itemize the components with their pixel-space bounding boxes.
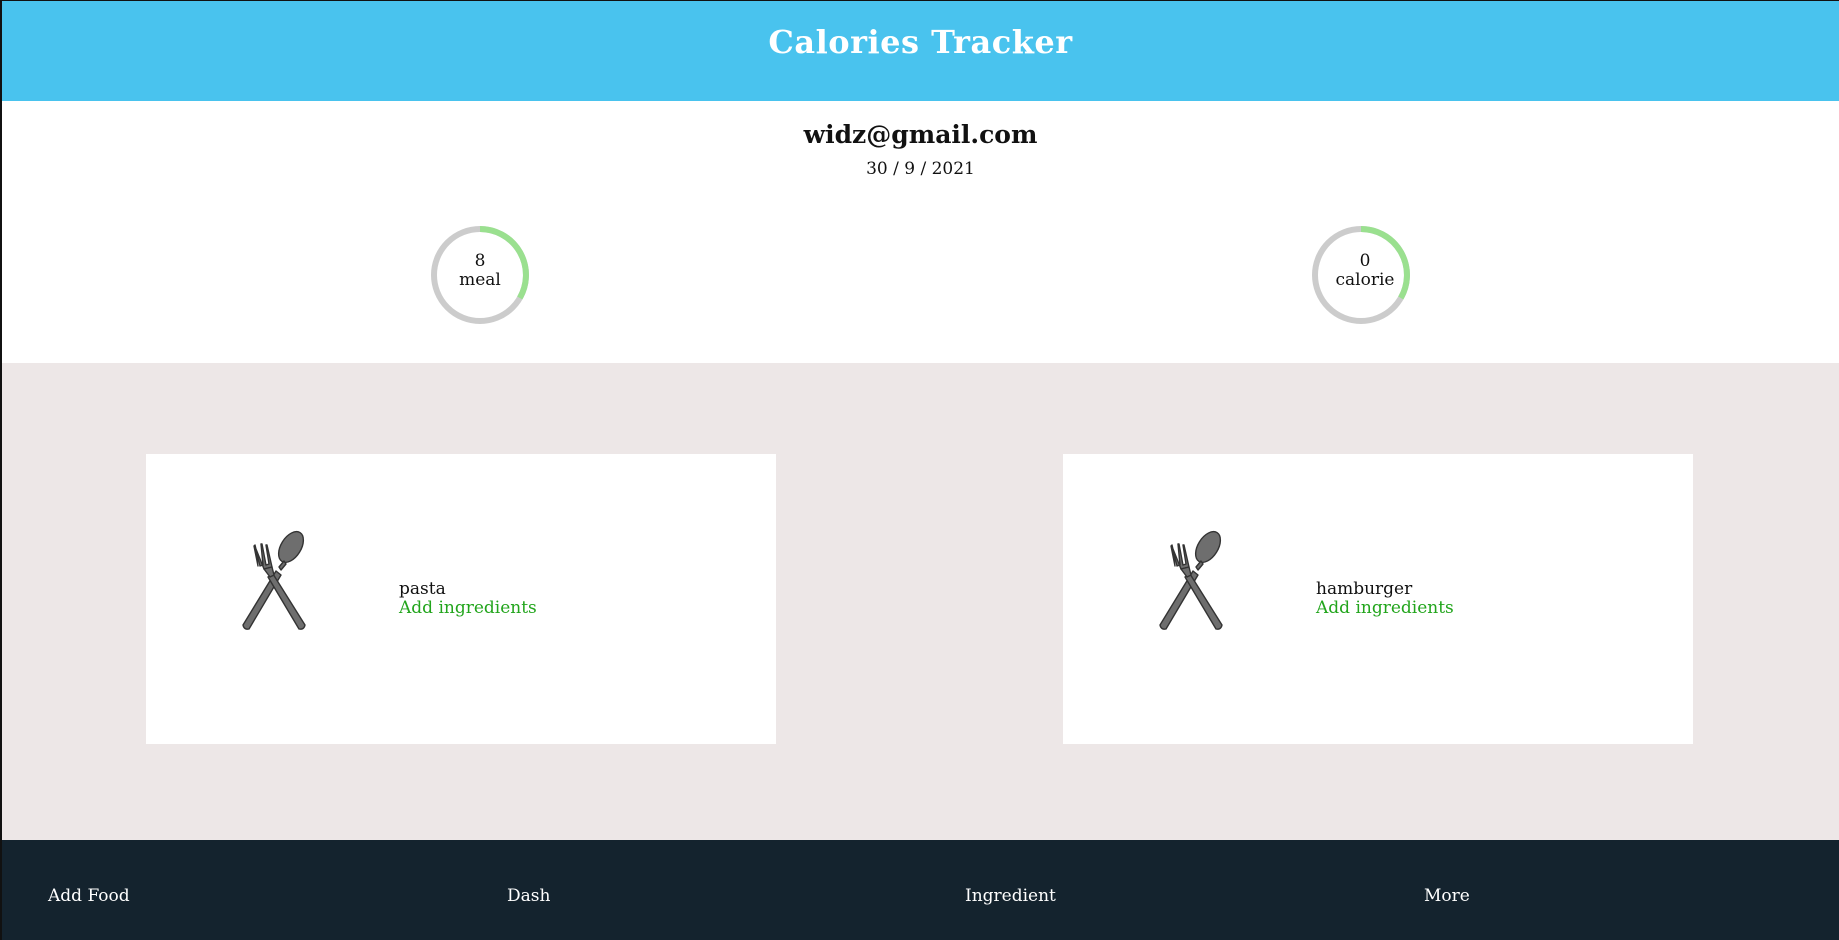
app-root: Calories Tracker widz@gmail.com 30 / 9 /… [2, 1, 1839, 940]
add-ingredients-link[interactable]: Add ingredients [1316, 598, 1454, 618]
page-title: Calories Tracker [768, 23, 1073, 61]
food-list: pasta Add ingredients hamburger Add ingr… [2, 363, 1839, 840]
meal-count-label: meal [459, 270, 501, 290]
user-summary: widz@gmail.com 30 / 9 / 2021 8 meal 0 ca… [2, 101, 1839, 363]
calorie-count-value: 0 [1359, 251, 1371, 271]
nav-add-food[interactable]: Add Food [48, 886, 130, 906]
add-ingredients-link[interactable]: Add ingredients [399, 598, 537, 618]
bottom-nav: Add Food Dash Ingredient More [2, 840, 1839, 940]
header: Calories Tracker [2, 1, 1839, 101]
nav-dash[interactable]: Dash [507, 886, 550, 906]
calorie-count-ring: 0 calorie [1311, 225, 1411, 325]
fork-spoon-icon [242, 530, 306, 630]
meal-count-value: 8 [474, 251, 486, 271]
food-card: pasta Add ingredients [146, 454, 776, 744]
meal-count-ring: 8 meal [430, 225, 530, 325]
food-name: hamburger [1316, 579, 1413, 599]
nav-ingredient[interactable]: Ingredient [965, 886, 1056, 906]
nav-more[interactable]: More [1424, 886, 1470, 906]
food-card: hamburger Add ingredients [1063, 454, 1693, 744]
user-email: widz@gmail.com [803, 120, 1038, 149]
calorie-count-label: calorie [1335, 270, 1395, 290]
food-name: pasta [399, 579, 446, 599]
fork-spoon-icon [1159, 530, 1223, 630]
current-date: 30 / 9 / 2021 [866, 159, 975, 179]
